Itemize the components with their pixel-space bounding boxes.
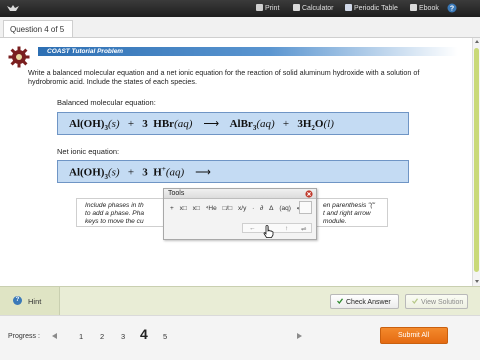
hint-button[interactable]: ? Hint bbox=[0, 287, 60, 315]
tool-ratio-button[interactable]: x/y bbox=[238, 205, 246, 212]
tool-isotope-button[interactable]: ⁴He bbox=[206, 205, 217, 212]
next-question-icon[interactable] bbox=[297, 333, 302, 339]
question-header: Question 4 of 5 bbox=[0, 17, 480, 38]
page-1-link[interactable]: 1 bbox=[79, 332, 83, 341]
print-button[interactable]: Print bbox=[256, 4, 279, 12]
ebook-button[interactable]: Ebook bbox=[410, 4, 439, 12]
tool-selected-slot[interactable] bbox=[299, 201, 312, 214]
scroll-down-icon[interactable] bbox=[475, 280, 479, 283]
tool-up-arrow-button[interactable]: ↑ bbox=[285, 225, 288, 232]
top-toolbar: Print Calculator Periodic Table Ebook ? bbox=[0, 0, 480, 17]
scroll-up-icon[interactable] bbox=[475, 40, 479, 43]
check-answer-button[interactable]: Check Answer bbox=[330, 294, 399, 309]
book-icon bbox=[410, 4, 417, 11]
help-icon[interactable]: ? bbox=[447, 3, 457, 13]
tool-plus-button[interactable]: + bbox=[170, 205, 174, 212]
tool-delta-button[interactable]: ∂ bbox=[260, 205, 263, 212]
check-icon bbox=[412, 298, 418, 304]
tool-superscript-button[interactable]: x□ bbox=[180, 205, 187, 212]
question-tab[interactable]: Question 4 of 5 bbox=[3, 20, 74, 37]
question-content: COAST Tutorial Problem Write a balanced … bbox=[0, 38, 472, 286]
problem-statement: Write a balanced molecular equation and … bbox=[28, 68, 420, 86]
net-ionic-equation-label: Net ionic equation: bbox=[57, 147, 120, 156]
tool-dot-button[interactable]: · bbox=[252, 205, 254, 212]
tools-arrow-row: ← ↓ ↑ ⇌ bbox=[242, 223, 312, 233]
progress-label: Progress : bbox=[8, 333, 40, 340]
view-solution-button[interactable]: View Solution bbox=[405, 294, 468, 309]
tool-subscript-button[interactable]: x□ bbox=[193, 205, 200, 212]
page-2-link[interactable]: 2 bbox=[100, 332, 104, 341]
submit-all-button[interactable]: Submit All bbox=[380, 327, 448, 344]
periodic-table-button[interactable]: Periodic Table bbox=[345, 4, 398, 12]
content-scrollbar[interactable] bbox=[472, 38, 480, 286]
app-logo-icon bbox=[7, 5, 19, 11]
balanced-equation-input[interactable]: Al(OH)3(s) + 3 HBr(aq) ⟶ AlBr3(aq) + 3H2… bbox=[57, 112, 409, 135]
periodic-table-icon bbox=[345, 4, 352, 11]
printer-icon bbox=[256, 4, 263, 11]
close-icon[interactable] bbox=[305, 190, 313, 198]
page-3-link[interactable]: 3 bbox=[121, 332, 125, 341]
gear-icon bbox=[8, 46, 30, 68]
balanced-equation-text: Al(OH)3(s) + 3 HBr(aq) ⟶ AlBr3(aq) + 3H2… bbox=[69, 118, 334, 133]
tutorial-banner: COAST Tutorial Problem bbox=[38, 47, 458, 56]
previous-question-icon[interactable] bbox=[52, 333, 57, 339]
hint-icon: ? bbox=[13, 296, 22, 305]
net-ionic-equation-input[interactable]: Al(OH)3(s) + 3 H+(aq) ⟶ bbox=[57, 160, 409, 183]
tool-heat-button[interactable]: Δ bbox=[269, 205, 273, 212]
scrollbar-thumb[interactable] bbox=[474, 48, 479, 272]
action-bar: ? Hint Check Answer View Solution bbox=[0, 286, 480, 315]
tools-symbol-row: + x□ x□ ⁴He □/□ x/y · ∂ Δ (aq) ⇌ bbox=[170, 204, 306, 216]
page-5-link[interactable]: 5 bbox=[163, 332, 167, 341]
progress-bar: Progress : 1 2 3 4 5 Submit All bbox=[0, 315, 480, 360]
tools-title-bar[interactable]: Tools bbox=[164, 189, 316, 199]
calculator-button[interactable]: Calculator bbox=[293, 4, 334, 12]
tool-fraction-button[interactable]: □/□ bbox=[223, 205, 233, 212]
page-4-link-current[interactable]: 4 bbox=[140, 326, 148, 342]
hand-cursor-icon bbox=[263, 225, 274, 238]
svg-text:?: ? bbox=[450, 6, 454, 13]
tool-double-arrow-button[interactable]: ⇌ bbox=[301, 225, 306, 233]
tool-aqueous-button[interactable]: (aq) bbox=[279, 205, 291, 212]
calculator-icon bbox=[293, 4, 300, 11]
tool-left-arrow-button[interactable]: ← bbox=[249, 225, 256, 232]
balanced-equation-label: Balanced molecular equation: bbox=[57, 98, 156, 107]
tools-palette[interactable]: Tools + x□ x□ ⁴He □/□ x/y · ∂ Δ (aq) ⇌ ←… bbox=[163, 188, 317, 240]
net-ionic-equation-text: Al(OH)3(s) + 3 H+(aq) ⟶ bbox=[69, 165, 211, 181]
check-icon bbox=[337, 298, 343, 304]
